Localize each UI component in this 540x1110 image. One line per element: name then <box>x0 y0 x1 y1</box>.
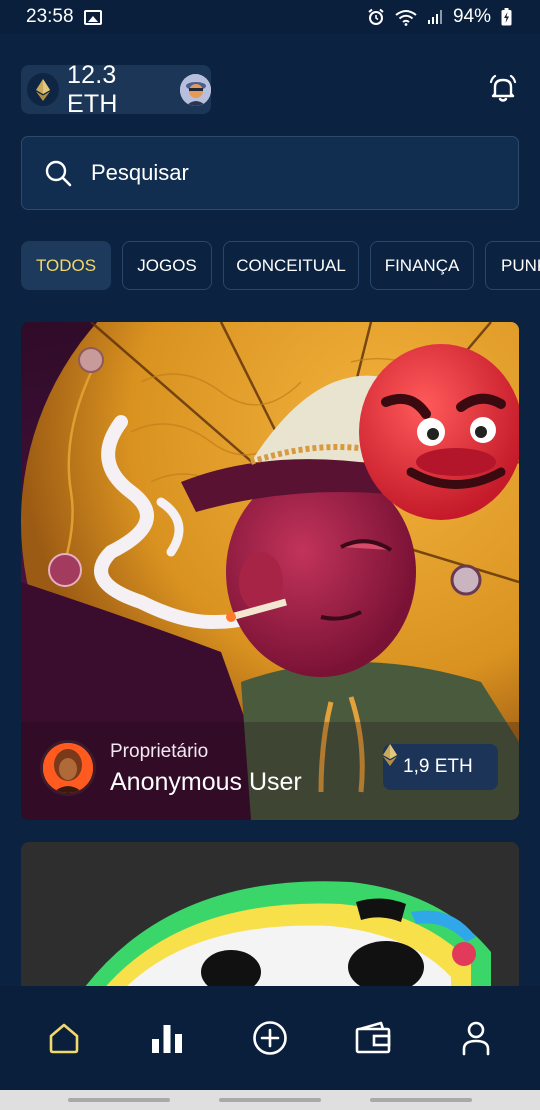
price-badge: 1,9 ETH <box>383 744 498 790</box>
balance-amount: 12.3 ETH <box>67 60 118 118</box>
status-time: 23:58 <box>26 6 74 27</box>
system-home-gesture[interactable] <box>219 1098 321 1102</box>
tab-financa[interactable]: FINANÇA <box>370 241 474 290</box>
profile-icon <box>463 1021 490 1056</box>
battery-percent: 94% <box>452 6 491 27</box>
owner-name: Anonymous User <box>110 768 302 796</box>
notification-bell-icon[interactable] <box>486 72 520 106</box>
battery-charging-icon <box>501 8 512 26</box>
nav-home[interactable] <box>34 1008 94 1068</box>
owner-avatar[interactable] <box>40 740 96 796</box>
user-avatar[interactable] <box>179 73 211 106</box>
search-bar[interactable] <box>21 136 519 210</box>
nft-card[interactable] <box>21 842 519 986</box>
category-tabs: TODOS JOGOS CONCEITUAL FINANÇA PUNK <box>21 241 540 291</box>
alarm-icon <box>368 8 384 25</box>
nav-create[interactable] <box>240 1008 300 1068</box>
signal-icon <box>427 10 442 24</box>
ethereum-icon <box>27 73 59 106</box>
add-circle-icon <box>253 1021 287 1055</box>
stats-icon <box>151 1025 182 1053</box>
tab-conceitual[interactable]: CONCEITUAL <box>223 241 359 290</box>
ethereum-icon <box>383 744 397 766</box>
search-input[interactable] <box>91 160 471 186</box>
system-recents-gesture[interactable] <box>370 1098 472 1102</box>
wallet-balance-chip[interactable]: 12.3 ETH <box>21 61 211 118</box>
tab-todos[interactable]: TODOS <box>21 241 111 290</box>
nft-card[interactable]: Proprietário Anonymous User 1,9 ETH <box>21 322 519 820</box>
status-bar: 23:58 94% <box>0 0 540 34</box>
tab-jogos[interactable]: JOGOS <box>122 241 212 290</box>
system-navigation-bar <box>0 1090 540 1110</box>
bottom-navigation <box>0 986 540 1090</box>
nav-stats[interactable] <box>137 1008 197 1068</box>
home-icon <box>49 1023 78 1054</box>
nft-artwork <box>21 842 519 986</box>
search-icon <box>45 160 72 187</box>
owner-label: Proprietário <box>110 741 209 762</box>
tab-punk[interactable]: PUNK <box>485 241 540 290</box>
wallet-icon <box>355 1021 391 1054</box>
nav-profile[interactable] <box>446 1008 506 1068</box>
wifi-icon <box>395 9 417 26</box>
system-back-gesture[interactable] <box>68 1098 170 1102</box>
gallery-notification-icon <box>83 9 102 25</box>
nav-wallet[interactable] <box>343 1008 403 1068</box>
price-value: 1,9 ETH <box>403 756 473 777</box>
